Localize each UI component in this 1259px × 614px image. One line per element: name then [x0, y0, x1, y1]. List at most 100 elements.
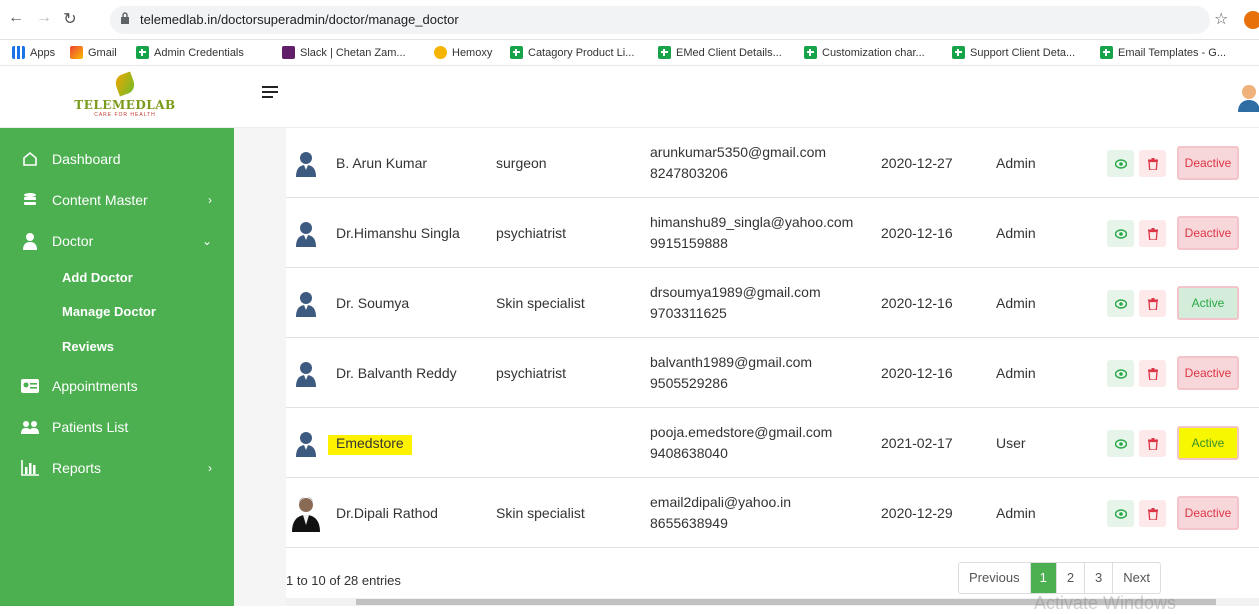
sheets-icon [952, 46, 965, 59]
database-icon [20, 191, 40, 209]
bookmark-label: Catagory Product Li... [528, 46, 635, 59]
chevron-down-icon: ⌄ [201, 234, 212, 248]
trash-icon [1147, 437, 1158, 450]
pagination-previous[interactable]: Previous [959, 563, 1031, 593]
sidebar-item-appointments[interactable]: Appointments [20, 377, 220, 395]
doctor-date: 2021-02-17 [881, 435, 953, 451]
doctor-specialization: Skin specialist [496, 505, 585, 521]
status-toggle-button[interactable]: Active [1177, 286, 1239, 320]
sheets-icon [658, 46, 671, 59]
status-toggle-button[interactable]: Active [1177, 426, 1239, 460]
status-toggle-button[interactable]: Deactive [1177, 356, 1239, 390]
bookmark-emed-client[interactable]: EMed Client Details... [658, 46, 782, 59]
users-icon [20, 418, 40, 436]
pagination-page-1[interactable]: 1 [1030, 563, 1057, 593]
sidebar-item-label: Reports [52, 460, 102, 476]
lock-icon [121, 12, 129, 24]
back-icon[interactable]: ← [6, 9, 26, 27]
status-toggle-button[interactable]: Deactive [1177, 146, 1239, 180]
doctor-phone: 8247803206 [650, 165, 728, 181]
delete-button[interactable] [1139, 360, 1166, 387]
doctor-date: 2020-12-27 [881, 155, 953, 171]
profile-avatar[interactable] [1244, 11, 1259, 29]
eye-icon [1114, 228, 1127, 239]
delete-button[interactable] [1139, 500, 1166, 527]
sidebar-item-patients-list[interactable]: Patients List [20, 418, 220, 436]
doctor-date: 2020-12-29 [881, 505, 953, 521]
doctor-name: Emedstore [328, 435, 412, 455]
sidebar-subitem-manage-doctor[interactable]: Manage Doctor [62, 304, 156, 319]
doctor-contact: drsoumya1989@gmail.com 9703311625 [650, 282, 821, 324]
forward-icon[interactable]: → [34, 9, 54, 27]
pagination-page-2[interactable]: 2 [1057, 563, 1086, 593]
doctor-specialization: psychiatrist [496, 225, 567, 241]
sheets-icon [1100, 46, 1113, 59]
logo-leaf-icon [113, 71, 137, 97]
sidebar-item-reports[interactable]: Reports › [20, 459, 220, 477]
delete-button[interactable] [1139, 290, 1166, 317]
pagination-next[interactable]: Next [1113, 563, 1160, 593]
doctor-name: Dr.Dipali Rathod [336, 505, 438, 521]
hamburger-menu-icon[interactable] [262, 86, 278, 102]
bookmark-customization[interactable]: Customization char... [804, 46, 925, 59]
delete-button[interactable] [1139, 150, 1166, 177]
doctor-role: Admin [996, 505, 1036, 521]
bookmark-support-client[interactable]: Support Client Deta... [952, 46, 1075, 59]
sidebar-item-doctor[interactable]: Doctor ⌄ [20, 232, 220, 250]
view-button[interactable] [1107, 360, 1134, 387]
doctor-email: email2dipali@yahoo.in [650, 494, 792, 510]
bookmark-label: Support Client Deta... [970, 46, 1076, 59]
sidebar-item-dashboard[interactable]: Dashboard [20, 150, 220, 168]
doctor-phone: 9915159888 [650, 235, 728, 251]
reload-icon[interactable]: ↻ [60, 9, 80, 29]
delete-button[interactable] [1139, 220, 1166, 247]
sidebar-subitem-add-doctor[interactable]: Add Doctor [62, 270, 133, 285]
slack-icon [282, 46, 295, 59]
bookmark-star-icon[interactable]: ☆ [1214, 9, 1228, 29]
bookmark-apps[interactable]: Apps [12, 46, 55, 59]
entries-info: 1 to 10 of 28 entries [286, 573, 401, 588]
bookmark-label: Gmail [88, 46, 117, 59]
user-avatar-icon[interactable] [1238, 84, 1259, 112]
view-button[interactable] [1107, 220, 1134, 247]
sidebar-item-label: Doctor [52, 233, 94, 249]
status-toggle-button[interactable]: Deactive [1177, 496, 1239, 530]
bookmark-hemoxy[interactable]: Hemoxy [434, 46, 492, 59]
trash-icon [1147, 507, 1158, 520]
chevron-right-icon: › [208, 461, 212, 475]
browser-toolbar: ← → ↻ telemedlab.in/doctorsuperadmin/doc… [0, 0, 1259, 40]
doctor-phone: 9505529286 [650, 375, 728, 391]
bookmark-label: Apps [30, 46, 56, 59]
sidebar-item-label: Appointments [52, 378, 138, 394]
trash-icon [1147, 367, 1158, 380]
bookmark-admin-credentials[interactable]: Admin Credentials [136, 46, 244, 59]
bookmark-catagory[interactable]: Catagory Product Li... [510, 46, 634, 59]
logo-name: TELEMEDLAB [74, 98, 176, 112]
telemedlab-logo[interactable]: TELEMEDLAB CARE FOR HEALTH [70, 71, 180, 122]
windows-activation-watermark: Activate Windows [1034, 593, 1177, 613]
doctor-avatar-icon [296, 152, 316, 177]
trash-icon [1147, 297, 1158, 310]
view-button[interactable] [1107, 150, 1134, 177]
view-button[interactable] [1107, 500, 1134, 527]
table-row: Dr.Dipali Rathod Skin specialist email2d… [286, 478, 1259, 548]
sidebar-item-content-master[interactable]: Content Master › [20, 191, 220, 209]
doctor-name: Dr. Balvanth Reddy [336, 365, 457, 381]
doctor-email: pooja.emedstore@gmail.com [650, 424, 833, 440]
doctor-email: drsoumya1989@gmail.com [650, 284, 821, 300]
bookmark-email-templates[interactable]: Email Templates - G... [1100, 46, 1226, 59]
pagination-page-3[interactable]: 3 [1085, 563, 1114, 593]
sidebar-subitem-reviews[interactable]: Reviews [62, 339, 114, 354]
view-button[interactable] [1107, 430, 1134, 457]
doctor-contact: himanshu89_singla@yahoo.com 9915159888 [650, 212, 853, 254]
status-toggle-button[interactable]: Deactive [1177, 216, 1239, 250]
bookmark-slack[interactable]: Slack | Chetan Zam... [282, 46, 406, 59]
doctor-date: 2020-12-16 [881, 295, 953, 311]
id-card-icon [20, 377, 40, 395]
delete-button[interactable] [1139, 430, 1166, 457]
view-button[interactable] [1107, 290, 1134, 317]
bookmark-gmail[interactable]: Gmail [70, 46, 117, 59]
doctor-name: Dr. Soumya [336, 295, 410, 311]
eye-icon [1114, 438, 1127, 449]
sidebar-item-label: Patients List [52, 419, 129, 435]
